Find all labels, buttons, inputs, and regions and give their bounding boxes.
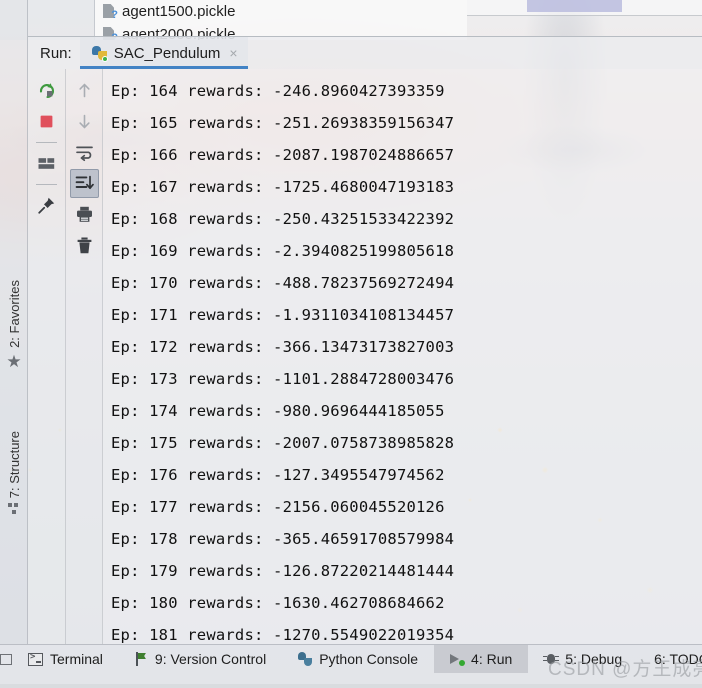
sidebar-item-label: 2: Favorites [6, 280, 22, 348]
console-line: Ep: 166 rewards: -2087.1987024886657 [111, 146, 455, 164]
project-file-list: ? agent1500.pickle ? agent2000.pickle [95, 0, 467, 40]
print-button[interactable] [70, 200, 99, 229]
run-toolbar-secondary [65, 69, 102, 644]
list-item[interactable]: ? agent1500.pickle [95, 0, 467, 23]
run-toolbar-primary [28, 69, 65, 644]
trash-icon [77, 237, 91, 254]
console-output[interactable]: Ep: 164 rewards: -246.8960427393359 Ep: … [102, 69, 702, 644]
ide-window: ? agent1500.pickle ? agent2000.pickle ★ … [0, 0, 702, 688]
tab-terminal[interactable]: Terminal [12, 645, 119, 673]
debug-icon [543, 653, 560, 666]
tab-debug[interactable]: 5: Debug [528, 645, 638, 673]
python-console-icon [298, 652, 313, 666]
tab-label: 6: TODO [654, 651, 702, 667]
unknown-file-icon: ? [103, 4, 118, 21]
console-line: Ep: 172 rewards: -366.13473173827003 [111, 338, 455, 356]
scroll-to-end-icon [75, 175, 94, 190]
console-line: Ep: 165 rewards: -251.26938359156347 [111, 114, 455, 132]
sidebar-item-label: 7: Structure [6, 430, 22, 498]
console-line: Ep: 176 rewards: -127.3495547974562 [111, 466, 445, 484]
file-name: agent1500.pickle [122, 3, 236, 20]
stop-icon [40, 115, 53, 128]
clear-all-button[interactable] [70, 231, 99, 260]
console-line: Ep: 180 rewards: -1630.462708684662 [111, 594, 445, 612]
tab-sac-pendulum[interactable]: SAC_Pendulum × [79, 37, 248, 69]
console-line: Ep: 173 rewards: -1101.2884728003476 [111, 370, 455, 388]
run-tool-window: Run: SAC_Pendulum × Ep: 164 rewards: -24… [28, 36, 702, 644]
toolbar-divider [36, 184, 57, 185]
show-tool-windows-button[interactable] [0, 645, 12, 673]
scroll-to-end-button[interactable] [69, 169, 99, 198]
structure-icon [7, 503, 21, 514]
rerun-button[interactable] [32, 76, 61, 105]
close-icon[interactable]: × [227, 46, 239, 60]
run-tab-label: SAC_Pendulum [113, 44, 221, 62]
print-icon [76, 206, 92, 222]
soft-wrap-icon [75, 146, 93, 162]
console-line: Ep: 174 rewards: -980.9696444185055 [111, 402, 445, 420]
stop-button[interactable] [32, 107, 61, 136]
status-bar-edge [0, 684, 702, 688]
restore-layout-icon [38, 158, 55, 169]
sidebar-item-favorites[interactable]: ★ 2: Favorites [0, 280, 28, 370]
tab-label: Python Console [319, 651, 419, 667]
console-line: Ep: 177 rewards: -2156.060045520126 [111, 498, 445, 516]
python-running-icon [91, 45, 108, 62]
console-line: Ep: 167 rewards: -1725.4680047193183 [111, 178, 455, 196]
run-icon [450, 653, 466, 666]
down-button[interactable] [70, 107, 99, 136]
console-line: Ep: 181 rewards: -1270.5549022019354 [111, 626, 455, 644]
console-line: Ep: 168 rewards: -250.43251533422392 [111, 210, 455, 228]
toolbar-divider [36, 142, 57, 143]
tab-label: Terminal [50, 651, 103, 667]
rerun-icon [39, 83, 54, 99]
arrow-up-icon [78, 83, 90, 98]
console-line: Ep: 178 rewards: -365.46591708579984 [111, 530, 455, 548]
sidebar-item-structure[interactable]: 7: Structure [0, 431, 28, 514]
tab-version-control[interactable]: 9: Version Control [119, 645, 282, 673]
terminal-icon [28, 652, 43, 666]
run-label: Run: [40, 44, 72, 62]
tab-todo[interactable]: 6: TODO [638, 645, 702, 673]
console-line: Ep: 175 rewards: -2007.0758738985828 [111, 434, 455, 452]
pin-tab-button[interactable] [32, 191, 61, 220]
console-line: Ep: 164 rewards: -246.8960427393359 [111, 82, 445, 100]
tool-window-tabs: Terminal 9: Version Control Python Conso… [0, 645, 702, 673]
run-window-header: Run: SAC_Pendulum × [28, 37, 702, 69]
tab-label: 5: Debug [565, 651, 623, 667]
pin-icon [38, 197, 55, 214]
console-line: Ep: 170 rewards: -488.78237569272494 [111, 274, 455, 292]
console-line: Ep: 169 rewards: -2.3940825199805618 [111, 242, 455, 260]
version-control-icon [135, 652, 148, 666]
arrow-down-icon [78, 114, 90, 129]
star-icon: ★ [6, 352, 22, 371]
background-right-panel [467, 0, 702, 16]
soft-wrap-button[interactable] [70, 138, 99, 167]
tab-label: 4: Run [471, 651, 513, 667]
tab-python-console[interactable]: Python Console [282, 645, 434, 673]
console-line: Ep: 171 rewards: -1.9311034108134457 [111, 306, 455, 324]
run-window-body: Ep: 164 rewards: -246.8960427393359 Ep: … [28, 69, 702, 644]
tab-label: 9: Version Control [154, 651, 267, 667]
restore-layout-button[interactable] [32, 149, 61, 178]
status-bar: Terminal 9: Version Control Python Conso… [0, 644, 702, 688]
left-tool-strip: ★ 2: Favorites 7: Structure [0, 0, 28, 644]
tab-run[interactable]: 4: Run [434, 645, 529, 673]
console-line: Ep: 179 rewards: -126.87220214481444 [111, 562, 455, 580]
up-button[interactable] [70, 76, 99, 105]
